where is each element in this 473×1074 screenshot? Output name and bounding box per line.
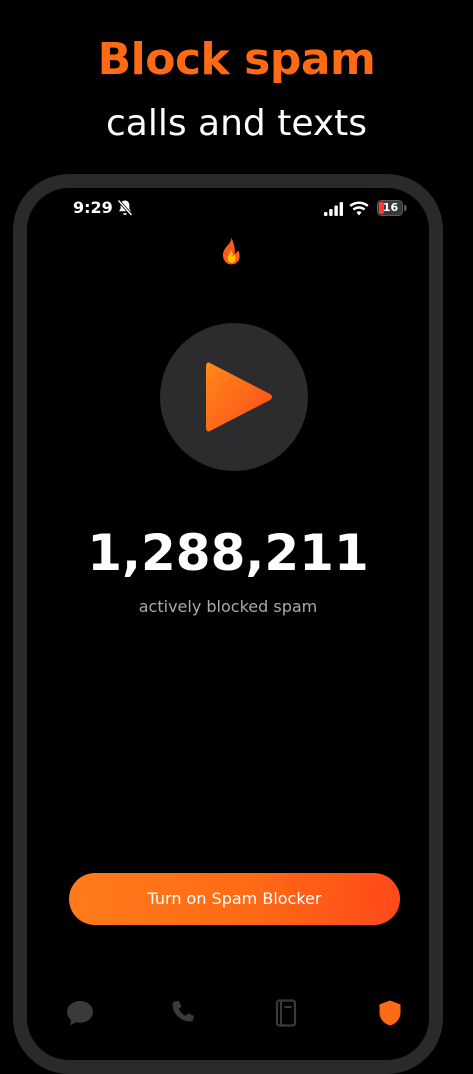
tab-bar [27, 993, 429, 1033]
flame-icon [222, 237, 240, 265]
tab-spam-blocker[interactable] [370, 993, 410, 1033]
status-bar: 9:29 16 [27, 188, 429, 232]
start-protection-button[interactable] [160, 323, 308, 471]
bell-off-icon [117, 199, 133, 217]
signal-icon [324, 202, 343, 216]
tab-contacts[interactable] [266, 993, 306, 1033]
headline-secondary: calls and texts [105, 103, 368, 144]
turn-on-spam-blocker-button[interactable]: Turn on Spam Blocker [69, 873, 400, 925]
tab-calls[interactable] [163, 993, 203, 1033]
blocked-count: 1,288,211 [87, 524, 369, 582]
play-icon [206, 362, 272, 432]
wifi-icon [349, 201, 369, 216]
status-time: 9:29 [73, 198, 113, 217]
headline-primary: Block spam [97, 34, 376, 85]
phone-mockup: 9:29 16 1,288,211 actively blocked spam … [13, 174, 443, 1074]
blocked-caption: actively blocked spam [138, 597, 318, 616]
battery-level: 16 [382, 201, 399, 214]
tab-messages[interactable] [60, 993, 100, 1033]
